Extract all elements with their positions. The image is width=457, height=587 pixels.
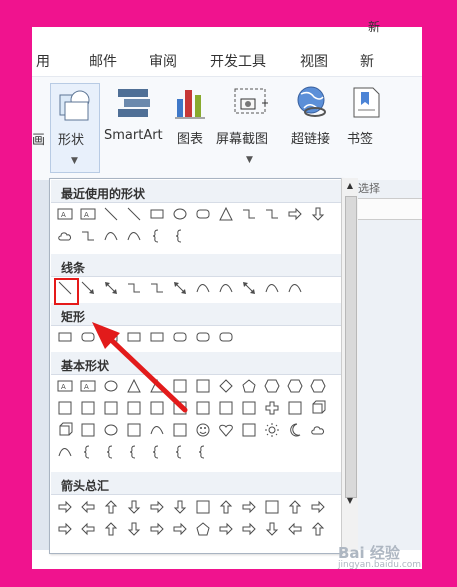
watermark-url: jingyan.baidu.com [338,560,422,570]
red-pointer-arrow-icon [92,322,188,413]
screenshot-frame: 新 用 邮件 审阅 开发工具 视图 新 画 形状 ▼ SmartArt 图表 屏… [0,0,457,587]
